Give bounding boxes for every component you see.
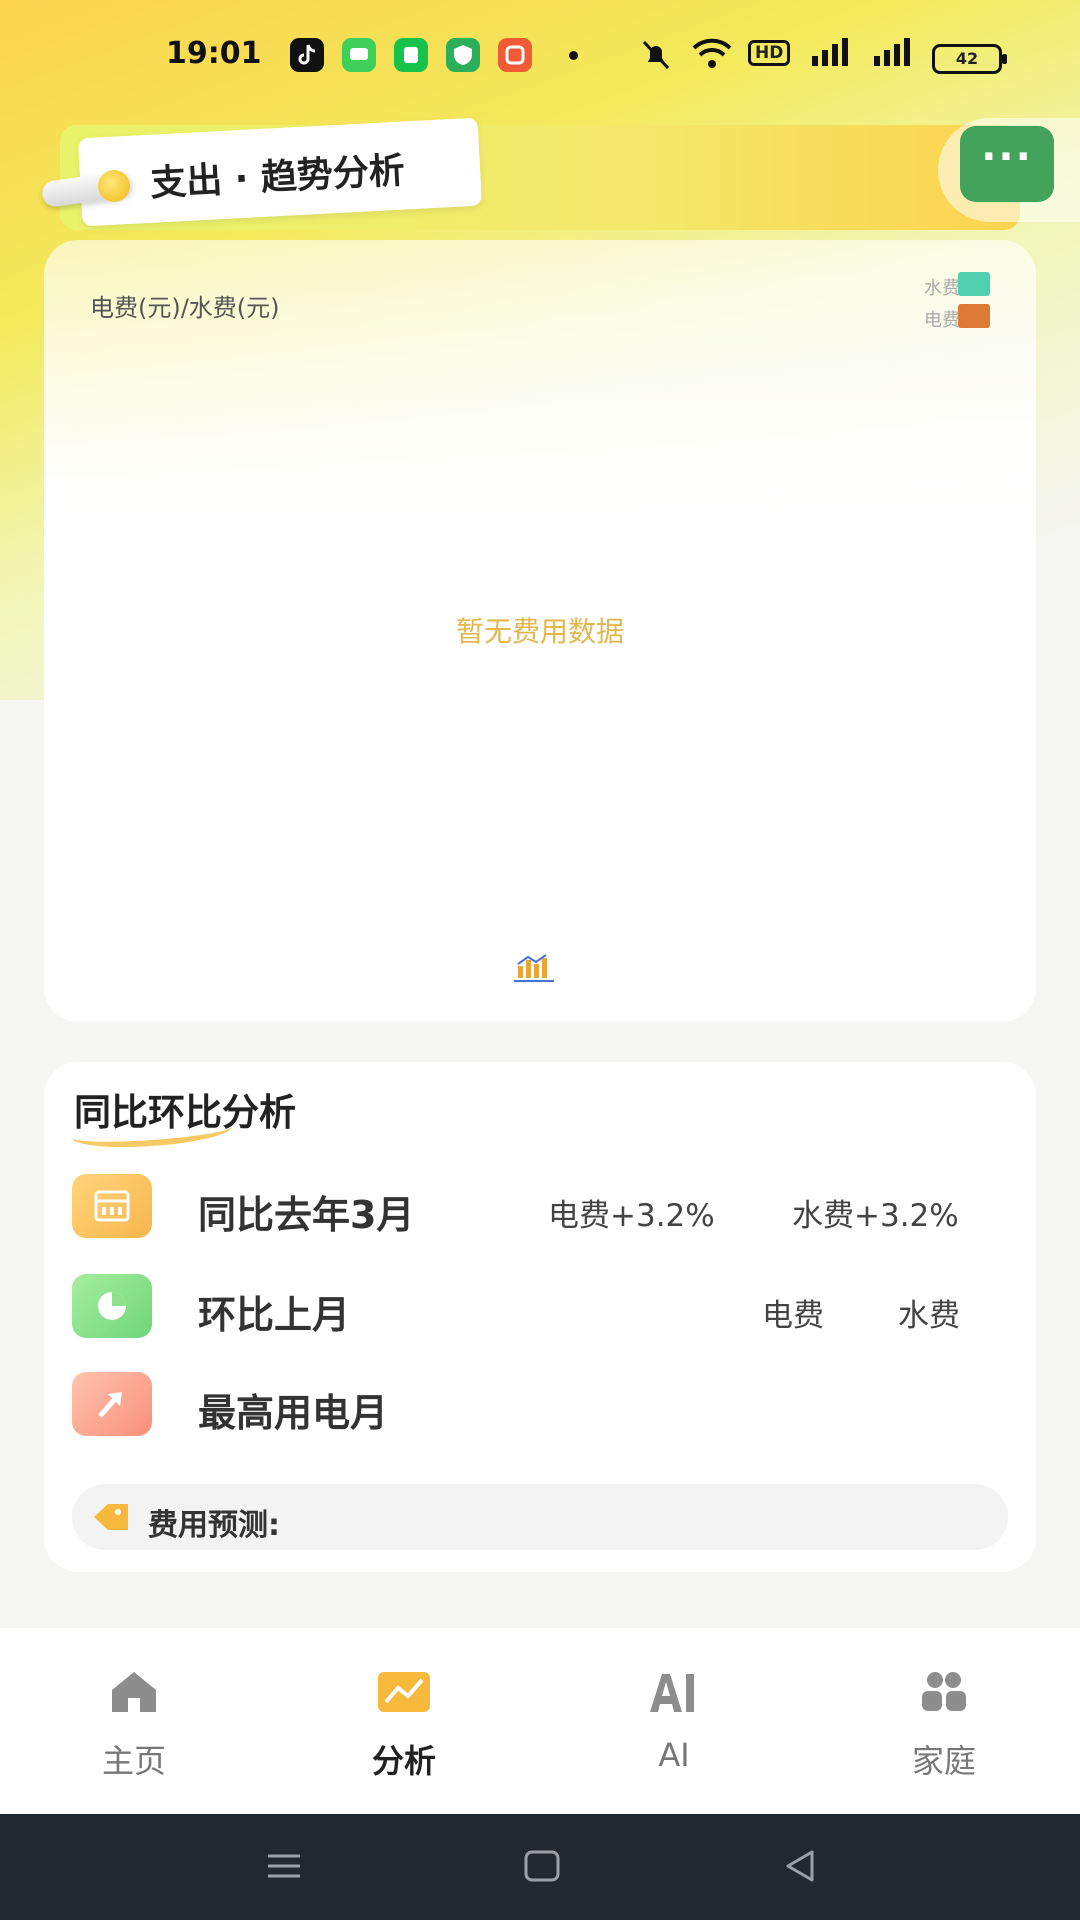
nav-label-family: 家庭 xyxy=(911,1742,976,1780)
legend-swatch-electric xyxy=(958,304,990,328)
legend-item-electric[interactable]: 电费 xyxy=(880,304,1000,332)
family-icon xyxy=(916,1666,972,1718)
nav-item-family[interactable]: 家庭 xyxy=(864,1666,1024,1786)
legend-label-electric: 电费 xyxy=(924,310,960,331)
mom-label: 环比上月 xyxy=(198,1293,351,1337)
pin-knob-icon xyxy=(98,170,130,202)
forecast-label: 费用预测: xyxy=(148,1508,280,1543)
legend-item-water[interactable]: 水费 xyxy=(880,272,1000,300)
status-bar: 19:01 HD 42 xyxy=(0,28,1080,82)
nav-label-ai: AI xyxy=(658,1736,690,1774)
hd-badge: HD xyxy=(748,40,791,66)
chart-empty-message: 暂无费用数据 xyxy=(455,615,624,648)
yoy-electric-value: 电费+3.2% xyxy=(548,1198,715,1234)
chart-icon xyxy=(376,1666,432,1718)
nav-label-home: 主页 xyxy=(101,1742,166,1780)
menu-icon[interactable] xyxy=(264,1846,304,1886)
wifi-icon xyxy=(690,36,734,76)
mom-electric-value: 电费 xyxy=(762,1298,824,1334)
price-tag-icon xyxy=(90,1500,132,1534)
nav-item-ai[interactable]: AI xyxy=(594,1666,754,1786)
tiktok-icon xyxy=(290,38,324,72)
wechat-icon xyxy=(394,38,428,72)
analysis-title: 同比环比分析 xyxy=(74,1091,296,1134)
calendar-icon xyxy=(72,1174,152,1238)
taobao-icon xyxy=(498,38,532,72)
ai-icon xyxy=(646,1666,702,1718)
peak-month-label: 最高用电月 xyxy=(198,1391,389,1435)
messages-icon xyxy=(342,38,376,72)
signal-2-icon xyxy=(870,36,914,74)
nav-item-analysis[interactable]: 分析 xyxy=(324,1666,484,1786)
signal-1-icon xyxy=(808,36,852,74)
yoy-label: 同比去年3月 xyxy=(198,1193,415,1237)
legend-label-water: 水费 xyxy=(924,278,960,299)
chart-toolbox-icon[interactable] xyxy=(512,952,556,986)
battery-indicator: 42 xyxy=(932,44,1007,74)
home-square-icon[interactable] xyxy=(522,1846,562,1886)
chart-y-axis-label: 电费(元)/水费(元) xyxy=(90,294,280,322)
home-icon xyxy=(106,1666,162,1718)
more-button[interactable]: ··· xyxy=(960,126,1054,202)
nav-label-analysis: 分析 xyxy=(371,1742,436,1780)
status-time: 19:01 xyxy=(166,36,262,71)
mom-water-value: 水费 xyxy=(898,1298,960,1334)
back-triangle-icon[interactable] xyxy=(780,1846,820,1886)
pie-chart-icon xyxy=(72,1274,152,1338)
mute-icon xyxy=(640,38,672,76)
notification-dot-icon xyxy=(569,51,578,60)
security-shield-icon xyxy=(446,38,480,72)
legend-swatch-water xyxy=(958,272,990,296)
yoy-water-value: 水费+3.2% xyxy=(792,1198,959,1234)
trend-up-icon xyxy=(72,1372,152,1436)
nav-item-home[interactable]: 主页 xyxy=(54,1666,214,1786)
